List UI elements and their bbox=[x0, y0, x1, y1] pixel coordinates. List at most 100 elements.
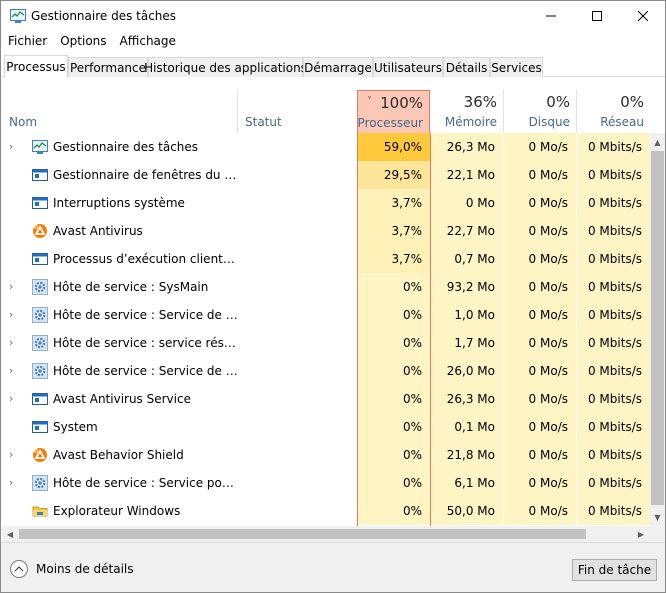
process-cpu: 59,0% bbox=[357, 133, 430, 161]
avast-icon bbox=[32, 447, 48, 463]
less-details-link[interactable]: Moins de détails bbox=[36, 562, 134, 576]
table-row[interactable]: › Avast Antivirus Service 0% 26,3 Mo 0 Mo/s 0… bbox=[2, 385, 650, 413]
column-status-label: Statut bbox=[245, 115, 282, 129]
gear-icon bbox=[32, 475, 48, 491]
table-row[interactable]: › Hôte de service : Service pour utilisat… bbox=[2, 469, 650, 497]
scroll-down-icon[interactable]: ▼ bbox=[651, 509, 664, 525]
table-header: Nom Statut ˅ 100% Processeur 36% Mémoire… bbox=[2, 90, 650, 133]
window-icon bbox=[32, 195, 48, 211]
table-row[interactable]: › Avast Behavior Shield 0% 21,8 Mo 0 Mo/s 0 M… bbox=[2, 441, 650, 469]
chevron-right-icon[interactable]: › bbox=[9, 441, 21, 469]
menu-fichier[interactable]: Fichier bbox=[1, 32, 53, 52]
column-memory[interactable]: 36% Mémoire bbox=[431, 90, 503, 133]
maximize-button[interactable] bbox=[574, 1, 620, 31]
tab-details[interactable]: Détails bbox=[443, 57, 490, 77]
vertical-scroll-thumb[interactable] bbox=[651, 151, 664, 505]
table-row[interactable]: Interruptions système 3,7% 0 Mo 0 Mo/s 0 Mbi… bbox=[2, 189, 650, 217]
process-disk: 0 Mo/s bbox=[504, 385, 576, 413]
minimize-button[interactable] bbox=[528, 1, 574, 31]
scroll-up-icon[interactable]: ▲ bbox=[651, 134, 664, 150]
process-memory: 6,1 Mo bbox=[431, 469, 503, 497]
process-disk: 0 Mo/s bbox=[504, 217, 576, 245]
chevron-right-icon[interactable]: › bbox=[9, 469, 21, 497]
chevron-right-icon[interactable]: › bbox=[9, 357, 21, 385]
process-status bbox=[238, 329, 357, 357]
column-disk[interactable]: 0% Disque bbox=[504, 90, 576, 133]
window-icon bbox=[32, 391, 48, 407]
process-memory: 26,3 Mo bbox=[431, 133, 503, 161]
process-memory: 0,7 Mo bbox=[431, 245, 503, 273]
table-row[interactable]: › Hôte de service : service réseau 0% 1,7 M… bbox=[2, 329, 650, 357]
chevron-right-icon[interactable]: › bbox=[9, 301, 21, 329]
tab-demarrage[interactable]: Démarrage bbox=[303, 57, 373, 77]
process-disk: 0 Mo/s bbox=[504, 245, 576, 273]
tab-historique[interactable]: Historique des applications bbox=[144, 57, 307, 77]
table-row[interactable]: Explorateur Windows 0% 50,0 Mo 0 Mo/s 0 Mbit… bbox=[2, 497, 650, 525]
minimize-icon bbox=[546, 15, 556, 17]
process-network: 0 Mbits/s bbox=[577, 385, 650, 413]
gear-icon bbox=[32, 363, 48, 379]
column-cpu[interactable]: ˅ 100% Processeur bbox=[357, 90, 430, 133]
table-row[interactable]: Avast Antivirus 3,7% 22,7 Mo 0 Mo/s 0 Mbits/… bbox=[2, 217, 650, 245]
column-name[interactable]: Nom bbox=[2, 90, 237, 133]
scroll-right-icon[interactable]: ▶ bbox=[634, 526, 648, 542]
process-name: Avast Behavior Shield bbox=[53, 448, 184, 462]
process-status bbox=[238, 497, 357, 525]
scroll-left-icon[interactable]: ◀ bbox=[3, 526, 17, 542]
process-cpu: 29,5% bbox=[357, 161, 430, 189]
avast-icon bbox=[32, 223, 48, 239]
tab-utilisateurs[interactable]: Utilisateurs bbox=[373, 57, 443, 77]
chevron-right-icon[interactable]: › bbox=[9, 385, 21, 413]
process-memory: 0 Mo bbox=[431, 189, 503, 217]
tab-processus[interactable]: Processus bbox=[4, 55, 68, 78]
table-row[interactable]: › Hôte de service : Service de stockage 0%… bbox=[2, 301, 650, 329]
sort-down-icon: ˅ bbox=[367, 96, 372, 107]
cpu-total: 100% bbox=[380, 94, 423, 112]
chevron-right-icon[interactable]: › bbox=[9, 329, 21, 357]
column-status[interactable]: Statut bbox=[238, 90, 357, 133]
tab-services[interactable]: Services bbox=[490, 57, 543, 77]
process-cpu: 3,7% bbox=[357, 189, 430, 217]
process-status bbox=[238, 245, 357, 273]
window-title: Gestionnaire des tâches bbox=[31, 9, 177, 23]
process-name: Gestionnaire des tâches bbox=[53, 140, 199, 154]
process-cpu: 0% bbox=[357, 469, 430, 497]
table-row[interactable]: Gestionnaire de fenêtres du Bureau 29,5%2… bbox=[2, 161, 650, 189]
end-task-button[interactable]: Fin de tâche bbox=[572, 559, 657, 581]
process-name: Avast Antivirus Service bbox=[53, 392, 191, 406]
process-name: Interruptions système bbox=[53, 196, 185, 210]
process-rows: › Gestionnaire des tâches 59,0% 26,3 Mo 0 Mo… bbox=[2, 133, 650, 525]
process-network: 0 Mbits/s bbox=[577, 217, 650, 245]
close-button[interactable] bbox=[620, 1, 665, 31]
chevron-right-icon[interactable]: › bbox=[9, 133, 21, 161]
table-row[interactable]: › Hôte de service : Service de stratégie 0… bbox=[2, 357, 650, 385]
title-bar: Gestionnaire des tâches bbox=[1, 1, 665, 32]
table-row[interactable]: › Hôte de service : SysMain 0% 93,2 Mo 0 Mo/… bbox=[2, 273, 650, 301]
disk-total: 0% bbox=[546, 93, 570, 111]
table-row[interactable]: › Gestionnaire des tâches 59,0% 26,3 Mo 0 Mo… bbox=[2, 133, 650, 161]
process-disk: 0 Mo/s bbox=[504, 329, 576, 357]
process-network: 0 Mbits/s bbox=[577, 441, 650, 469]
process-status bbox=[238, 469, 357, 497]
process-network: 0 Mbits/s bbox=[577, 329, 650, 357]
process-name: Hôte de service : Service pour utilisate… bbox=[53, 476, 238, 490]
menu-affichage[interactable]: Affichage bbox=[113, 32, 182, 52]
table-row[interactable]: System 0% 0,1 Mo 0 Mo/s 0 Mbits/s bbox=[2, 413, 650, 441]
task-manager-window: Gestionnaire des tâches Fichier Options … bbox=[0, 0, 666, 593]
column-name-label: Nom bbox=[9, 115, 38, 129]
column-cpu-label: Processeur bbox=[357, 116, 423, 130]
tab-performance[interactable]: Performance bbox=[68, 57, 148, 77]
process-disk: 0 Mo/s bbox=[504, 413, 576, 441]
process-status bbox=[238, 301, 357, 329]
menu-options[interactable]: Options bbox=[53, 32, 112, 52]
horizontal-scroll-thumb[interactable] bbox=[19, 529, 586, 539]
table-row[interactable]: Processus d’exécution client-serveur 3,7%… bbox=[2, 245, 650, 273]
process-cpu: 0% bbox=[357, 413, 430, 441]
chevron-up-icon[interactable] bbox=[10, 560, 28, 578]
process-cpu: 3,7% bbox=[357, 217, 430, 245]
chevron-right-icon[interactable]: › bbox=[9, 273, 21, 301]
column-network[interactable]: 0% Réseau bbox=[577, 90, 650, 133]
process-memory: 26,3 Mo bbox=[431, 385, 503, 413]
close-icon bbox=[638, 11, 648, 21]
process-network: 0 Mbits/s bbox=[577, 189, 650, 217]
